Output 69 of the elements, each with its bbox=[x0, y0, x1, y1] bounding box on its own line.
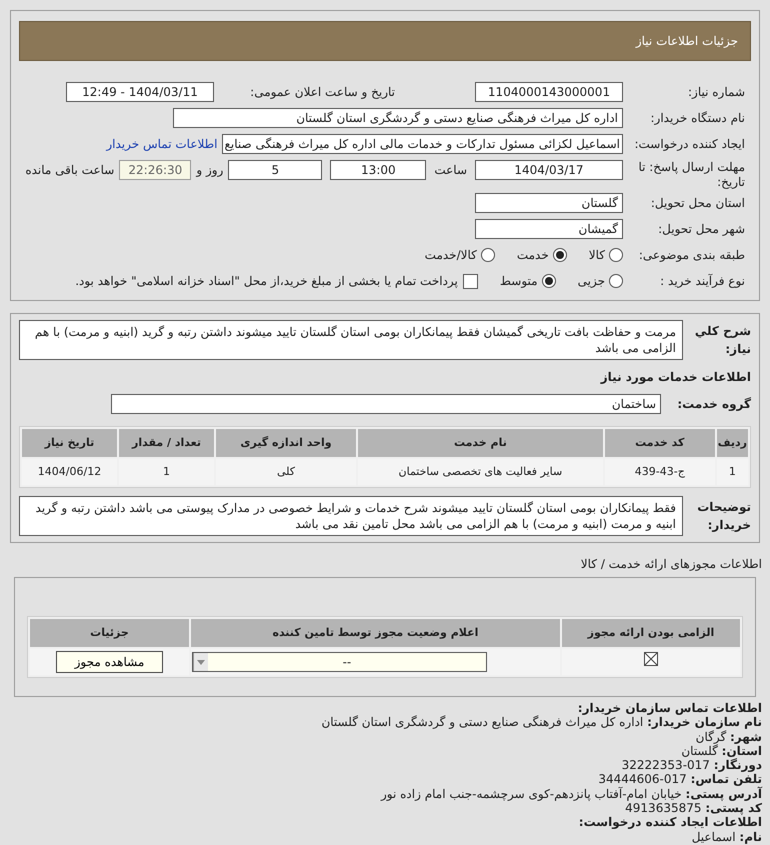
section-title: اطلاعات ایجاد کننده درخواست: bbox=[578, 815, 762, 830]
radio-button[interactable] bbox=[552, 248, 567, 262]
contact-line: نام سازمان خریدار: اداره کل میراث فرهنگی صنایع دستی و گردشگری استان گلستان bbox=[320, 715, 762, 730]
contact-line: شهر: گرگان bbox=[694, 730, 762, 744]
column-header: ردیف bbox=[716, 429, 748, 457]
service-group-field: ساختمان bbox=[111, 394, 661, 414]
field-label: گروه خدمت: bbox=[676, 396, 751, 413]
page-header: جزئیات اطلاعات نیاز bbox=[19, 21, 751, 61]
field-label: ساعت bbox=[434, 162, 467, 179]
field-label: شهر محل تحویل: bbox=[657, 221, 746, 238]
buyer-notes-field: فقط پیمانکاران بومی استان گلستان تایید میشوند شرح خدمات و شرایط خصوصی در مدارک پیوستی می باشد داشتن رتبه و گرید ابنیه و مرمت (ابنیه و مرمت) با هم الزامی می باشد محل تامین نقد می باشد bbox=[19, 496, 683, 536]
contact-line: نام: اسماعیل bbox=[690, 830, 762, 844]
field-label: مهلت ارسال پاسخ: تا تاریخ: bbox=[637, 160, 746, 190]
radio-button[interactable] bbox=[609, 274, 623, 288]
days-field: 5 bbox=[228, 160, 322, 180]
section-title: اطلاعات تماس سازمان خریدار: bbox=[576, 701, 762, 716]
option-label: کالا bbox=[588, 247, 605, 264]
column-header: جزئیات bbox=[30, 619, 189, 647]
description-field: مرمت و حفاظت بافت تاریخی گمیشان فقط پیمانکاران بومی استان گلستان تایید میشوند داشتن رتبه و گرید (ابنیه و مرمت) با هم الزامی می باشد bbox=[19, 320, 683, 360]
table-cell: 1404/06/12 bbox=[22, 459, 117, 485]
option-label: خدمت bbox=[516, 247, 549, 264]
option-label: پرداخت تمام یا بخشی از مبلغ خرید،از محل "اسناد خزانه اسلامی" خواهد بود. bbox=[75, 273, 458, 290]
column-header: نام خدمت bbox=[358, 429, 603, 457]
radio-button[interactable] bbox=[480, 248, 495, 262]
province-field: گلستان bbox=[475, 193, 623, 213]
column-header: الزامی بودن ارائه مجوز bbox=[562, 619, 740, 647]
table-cell: 1 bbox=[119, 459, 214, 485]
need-number-field: 1104000143000001 bbox=[475, 82, 623, 102]
column-header: تاریخ نیاز bbox=[22, 429, 117, 457]
field-label: روز و bbox=[196, 162, 224, 179]
status-dropdown[interactable]: -- bbox=[192, 652, 487, 672]
column-header: کد خدمت bbox=[604, 429, 715, 457]
table-cell: کلی bbox=[216, 459, 356, 485]
field-label: نام دستگاه خریدار: bbox=[650, 110, 746, 127]
column-header: تعداد / مقدار bbox=[119, 429, 214, 457]
deadline-date-field: 1404/03/17 bbox=[475, 160, 623, 180]
contact-line: استان: گلستان bbox=[680, 744, 762, 758]
table-cell: ج-43-439 bbox=[604, 459, 715, 485]
field-label: شرح کلي نياز: bbox=[694, 323, 751, 358]
field-label: شماره نیاز: bbox=[687, 84, 746, 101]
option-label: کالا/خدمت bbox=[424, 247, 477, 264]
deadline-time-field: 13:00 bbox=[330, 160, 426, 180]
field-label: تاریخ و ساعت اعلان عمومی: bbox=[249, 84, 396, 101]
column-header: اعلام وضعیت مجوز توسط تامین کننده bbox=[190, 619, 560, 647]
city-field: گمیشان bbox=[475, 219, 623, 239]
field-label: نوع فرآیند خرید : bbox=[659, 273, 746, 290]
remaining-time-field: 22:26:30 bbox=[119, 160, 192, 180]
section-title: اطلاعات مجوزهای ارائه خدمت / کالا bbox=[580, 556, 762, 573]
view-permit-button[interactable]: مشاهده مجوز bbox=[56, 651, 164, 673]
option-label: جزیی bbox=[578, 273, 605, 290]
field-label: ساعت باقی مانده bbox=[25, 162, 114, 179]
field-label: توضیحات خریدار: bbox=[696, 499, 751, 534]
buyer-contact-link[interactable]: اطلاعات تماس خریدار bbox=[106, 135, 218, 153]
table-cell: سایر فعالیت های تخصصی ساختمان bbox=[358, 459, 603, 485]
section-title: اطلاعات خدمات مورد نیاز bbox=[599, 369, 751, 386]
checkbox[interactable] bbox=[462, 274, 478, 288]
table-cell: 1 bbox=[716, 459, 748, 485]
field-label: طبقه بندی موضوعی: bbox=[638, 247, 746, 264]
radio-button[interactable] bbox=[609, 248, 623, 262]
buyer-field: اداره کل میراث فرهنگی صنایع دستی و گردشگری استان گلستان bbox=[173, 108, 623, 128]
option-label: متوسط bbox=[500, 273, 538, 290]
creator-field: اسماعیل لکزائی مسئول تدارکات و خدمات مالی اداره کل میراث فرهنگی صنایع bbox=[222, 134, 623, 154]
radio-button[interactable] bbox=[542, 274, 556, 288]
field-label: ایجاد کننده درخواست: bbox=[633, 136, 746, 153]
contact-line: آدرس پستی: خیابان امام-آفتاب پانزدهم-کوی سرچشمه-جنب امام زاده نور bbox=[380, 786, 762, 802]
announce-date-field: 1404/03/11 - 12:49 bbox=[66, 82, 214, 102]
field-label: استان محل تحویل: bbox=[650, 195, 746, 212]
column-header: واحد اندازه گیری bbox=[216, 429, 356, 457]
caret-icon bbox=[196, 660, 205, 664]
